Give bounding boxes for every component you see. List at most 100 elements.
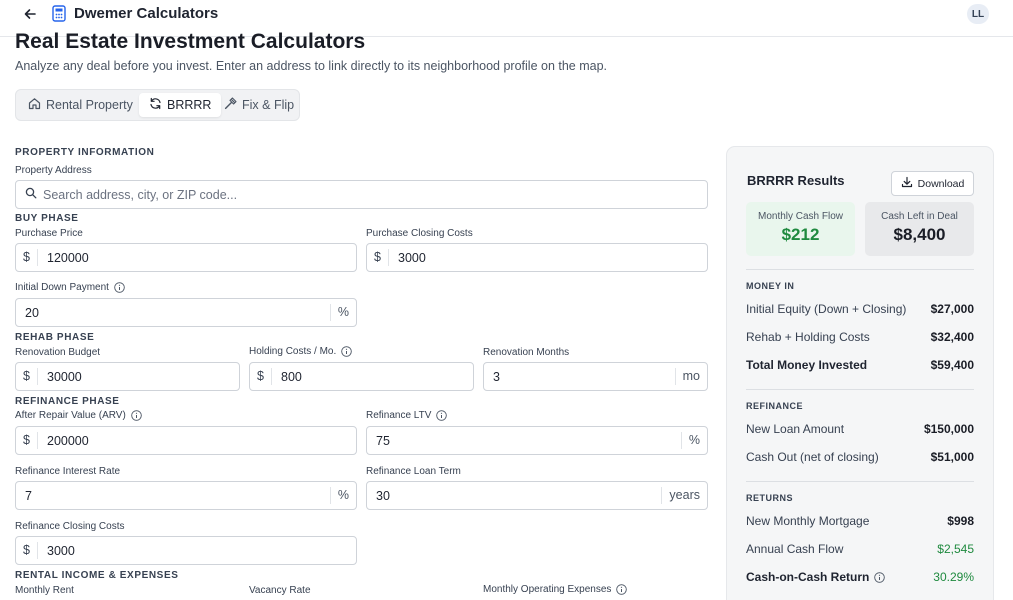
row-new-loan-amount: New Loan Amount $150,000 bbox=[746, 422, 974, 436]
refinance-interest-rate-label: Refinance Interest Rate bbox=[15, 466, 120, 477]
page-subtitle: Analyze any deal before you invest. Ente… bbox=[15, 59, 608, 73]
row-value: $2,545 bbox=[937, 542, 974, 556]
label-text: Renovation Budget bbox=[15, 347, 101, 358]
dollar-prefix: $ bbox=[16, 368, 38, 385]
refinance-ltv-input[interactable]: 75 % bbox=[366, 426, 708, 455]
section-refinance-phase: REFINANCE PHASE bbox=[15, 396, 120, 407]
field-value: 30000 bbox=[47, 369, 82, 384]
field-value: 120000 bbox=[47, 250, 89, 265]
property-address-label: Property Address bbox=[15, 165, 92, 176]
field-value: 3000 bbox=[47, 543, 75, 558]
refinance-loan-term-input[interactable]: 30 years bbox=[366, 481, 708, 510]
months-suffix: mo bbox=[674, 368, 707, 385]
renovation-budget-label: Renovation Budget bbox=[15, 347, 100, 358]
info-icon[interactable] bbox=[436, 410, 448, 421]
label-text: Holding Costs / Mo. bbox=[249, 346, 337, 357]
row-value: $32,400 bbox=[930, 330, 974, 344]
row-rehab-holding: Rehab + Holding Costs $32,400 bbox=[746, 330, 974, 344]
initial-down-payment-label: Initial Down Payment bbox=[15, 282, 125, 293]
tab-brrrr[interactable]: BRRRR bbox=[139, 93, 222, 117]
calculator-tabs: Rental Property BRRRR Fix & Flip bbox=[15, 89, 300, 121]
page-title: Real Estate Investment Calculators bbox=[15, 30, 366, 53]
arv-input[interactable]: $ 200000 bbox=[15, 426, 357, 455]
field-value: 75 bbox=[376, 433, 390, 448]
row-annual-cash-flow: Annual Cash Flow $2,545 bbox=[746, 542, 974, 556]
section-refinance: REFINANCE bbox=[746, 401, 804, 411]
renovation-budget-input[interactable]: $ 30000 bbox=[15, 362, 240, 391]
address-placeholder: Search address, city, or ZIP code... bbox=[43, 187, 238, 202]
info-icon[interactable] bbox=[616, 584, 628, 595]
row-value: $27,000 bbox=[930, 302, 974, 316]
tab-fix-and-flip[interactable]: Fix & Flip bbox=[214, 93, 304, 117]
renovation-months-input[interactable]: 3 mo bbox=[483, 362, 708, 391]
download-icon bbox=[901, 176, 913, 191]
percent-suffix: % bbox=[329, 487, 356, 504]
address-search-input[interactable]: Search address, city, or ZIP code... bbox=[15, 180, 708, 209]
tab-label: Fix & Flip bbox=[242, 98, 295, 112]
info-icon[interactable] bbox=[131, 410, 142, 421]
label-text: Purchase Closing Costs bbox=[366, 228, 473, 239]
field-value: 3000 bbox=[398, 250, 426, 265]
field-value: 20 bbox=[25, 305, 39, 320]
row-label: Initial Equity (Down + Closing) bbox=[746, 302, 907, 316]
row-value: 30.29% bbox=[933, 570, 974, 584]
download-label: Download bbox=[917, 177, 965, 190]
field-value: 800 bbox=[281, 369, 302, 384]
label-text: Monthly Rent bbox=[15, 585, 74, 596]
divider bbox=[746, 389, 974, 390]
refinance-interest-rate-input[interactable]: 7 % bbox=[15, 481, 357, 510]
dollar-prefix: $ bbox=[16, 249, 38, 266]
results-panel: BRRRR Results Download Monthly Cash Flow… bbox=[726, 146, 994, 600]
info-icon[interactable] bbox=[114, 282, 125, 293]
kpi-label: Cash Left in Deal bbox=[881, 211, 958, 222]
home-icon bbox=[28, 97, 41, 113]
label-text: Renovation Months bbox=[483, 347, 570, 358]
tab-rental-property[interactable]: Rental Property bbox=[18, 93, 143, 117]
row-label: Annual Cash Flow bbox=[746, 542, 844, 556]
row-new-monthly-mortgage: New Monthly Mortgage $998 bbox=[746, 514, 974, 528]
row-value: $59,400 bbox=[930, 358, 974, 372]
kpi-value: $212 bbox=[781, 225, 820, 244]
info-icon[interactable] bbox=[874, 571, 886, 583]
kpi-cash-left-in-deal: Cash Left in Deal $8,400 bbox=[865, 202, 974, 256]
info-icon[interactable] bbox=[341, 346, 353, 357]
label-text: Property Address bbox=[15, 165, 92, 176]
refinance-closing-costs-input[interactable]: $ 3000 bbox=[15, 536, 357, 565]
label-text: After Repair Value (ARV) bbox=[15, 410, 126, 421]
row-value: $150,000 bbox=[923, 422, 974, 436]
back-arrow-icon[interactable] bbox=[20, 4, 40, 24]
field-value: 3 bbox=[493, 369, 500, 384]
purchase-closing-costs-input[interactable]: $ 3000 bbox=[366, 243, 708, 272]
row-label: Total Money Invested bbox=[746, 358, 868, 372]
label-text: Monthly Operating Expenses bbox=[483, 584, 612, 595]
row-label: New Monthly Mortgage bbox=[746, 514, 870, 528]
purchase-price-input[interactable]: $ 120000 bbox=[15, 243, 357, 272]
renovation-months-label: Renovation Months bbox=[483, 347, 569, 358]
section-rental-income: RENTAL INCOME & EXPENSES bbox=[15, 570, 179, 581]
refinance-closing-costs-label: Refinance Closing Costs bbox=[15, 521, 125, 532]
divider bbox=[746, 269, 974, 270]
refresh-icon bbox=[149, 97, 162, 113]
label-text: Purchase Price bbox=[15, 228, 83, 239]
percent-suffix: % bbox=[680, 432, 707, 449]
row-label: Rehab + Holding Costs bbox=[746, 330, 870, 344]
row-initial-equity: Initial Equity (Down + Closing) $27,000 bbox=[746, 302, 974, 316]
avatar[interactable]: LL bbox=[967, 4, 989, 24]
purchase-closing-costs-label: Purchase Closing Costs bbox=[366, 228, 473, 239]
row-cash-on-cash-return: Cash-on-Cash Return 30.29% bbox=[746, 570, 974, 584]
label-text: Refinance LTV bbox=[366, 410, 432, 421]
app-title: Dwemer Calculators bbox=[74, 5, 219, 22]
kpi-label: Monthly Cash Flow bbox=[757, 211, 844, 222]
search-icon bbox=[25, 187, 37, 202]
holding-costs-input[interactable]: $ 800 bbox=[249, 362, 474, 391]
dollar-prefix: $ bbox=[250, 368, 272, 385]
download-button[interactable]: Download bbox=[891, 171, 974, 196]
row-label-text: Cash-on-Cash Return bbox=[746, 570, 870, 584]
section-returns: RETURNS bbox=[746, 493, 794, 503]
years-suffix: years bbox=[661, 487, 707, 504]
tab-label: Rental Property bbox=[46, 98, 133, 112]
row-value: $51,000 bbox=[930, 450, 974, 464]
vacancy-rate-label: Vacancy Rate bbox=[249, 585, 311, 596]
initial-down-payment-input[interactable]: 20 % bbox=[15, 298, 357, 327]
refinance-loan-term-label: Refinance Loan Term bbox=[366, 466, 461, 477]
